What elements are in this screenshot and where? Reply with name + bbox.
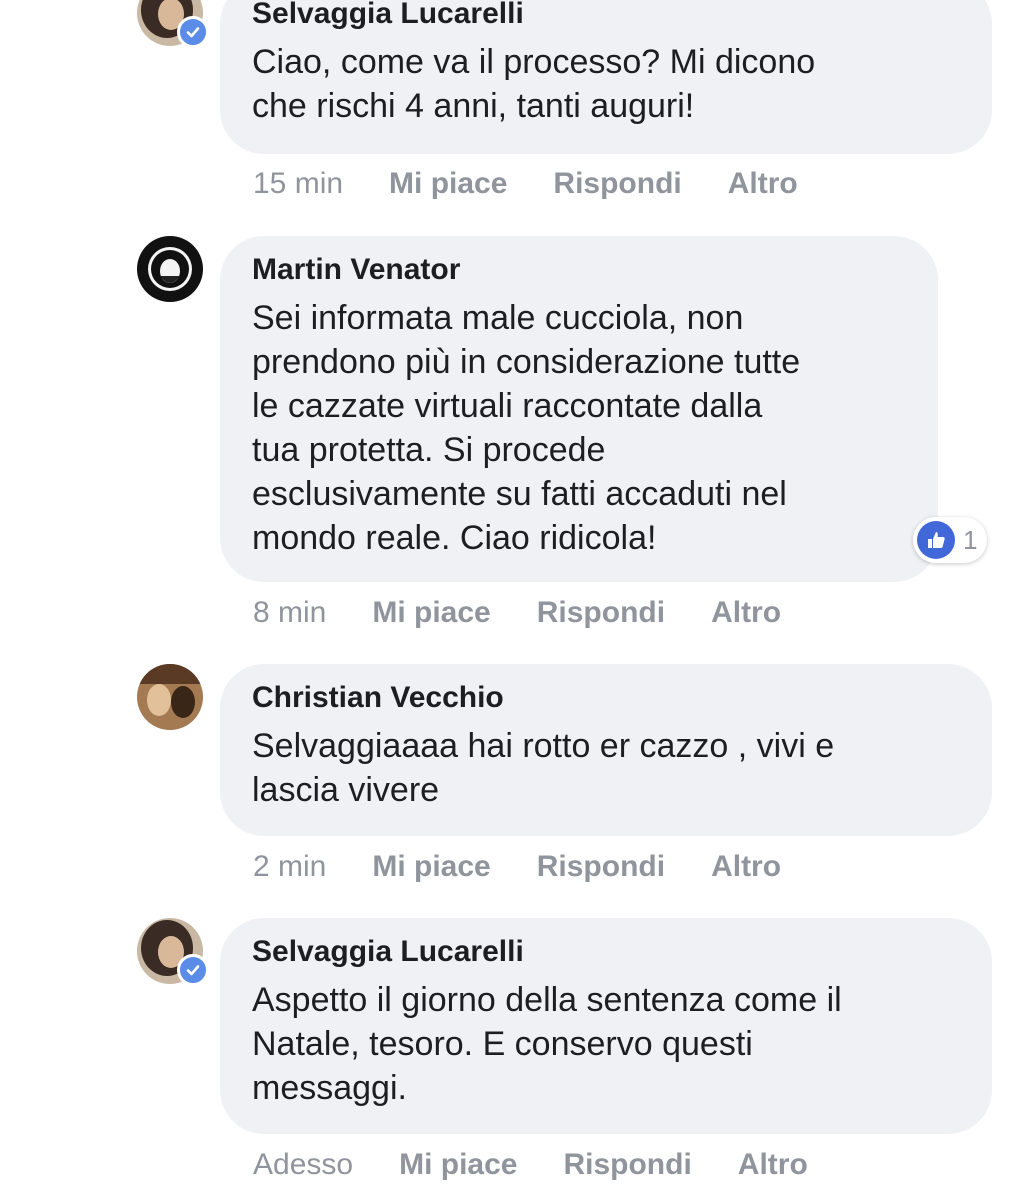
comment-author[interactable]: Martin Venator: [252, 250, 906, 290]
comment-text: Selvaggiaaaa hai rotto er cazzo , vivi e…: [252, 727, 835, 809]
comment-bubble: Selvaggia Lucarelli Aspetto il giorno de…: [220, 918, 992, 1134]
avatar[interactable]: [137, 0, 209, 48]
comment-text: Ciao, come va il processo? Mi dicono che…: [252, 43, 816, 125]
profile-photo: [137, 664, 203, 730]
like-button[interactable]: Mi piace: [399, 1145, 517, 1185]
more-button[interactable]: Altro: [711, 847, 781, 887]
comment-bubble: Martin Venator Sei informata male cuccio…: [220, 236, 938, 582]
more-button[interactable]: Altro: [728, 164, 798, 204]
reaction-count: 1: [963, 524, 978, 555]
comment-actions: 2 min Mi piace Rispondi Altro: [253, 847, 827, 887]
reply-button[interactable]: Rispondi: [537, 847, 665, 887]
comment-actions: 15 min Mi piace Rispondi Altro: [253, 164, 844, 204]
verified-badge-icon: [177, 16, 209, 48]
comment-actions: Adesso Mi piace Rispondi Altro: [253, 1145, 854, 1185]
avatar[interactable]: [137, 664, 203, 730]
comment-text: Aspetto il giorno della sentenza come il…: [252, 981, 842, 1107]
comment-actions: 8 min Mi piace Rispondi Altro: [253, 593, 827, 633]
reply-button[interactable]: Rispondi: [563, 1145, 691, 1185]
comment-author[interactable]: Selvaggia Lucarelli: [252, 0, 960, 34]
verified-badge-icon: [177, 954, 209, 986]
reply-button[interactable]: Rispondi: [537, 593, 665, 633]
reply-button[interactable]: Rispondi: [553, 164, 681, 204]
like-button[interactable]: Mi piace: [372, 593, 490, 633]
comment-timestamp[interactable]: 2 min: [253, 847, 326, 887]
like-button[interactable]: Mi piace: [389, 164, 507, 204]
comment-bubble: Selvaggia Lucarelli Ciao, come va il pro…: [220, 0, 992, 154]
avatar[interactable]: [137, 918, 209, 986]
more-button[interactable]: Altro: [711, 593, 781, 633]
comment-text: Sei informata male cucciola, non prendon…: [252, 299, 801, 557]
profile-photo: [137, 236, 203, 302]
comment-timestamp[interactable]: Adesso: [253, 1145, 353, 1185]
more-button[interactable]: Altro: [738, 1145, 808, 1185]
comment-author[interactable]: Selvaggia Lucarelli: [252, 932, 960, 972]
comment-timestamp[interactable]: 8 min: [253, 593, 326, 633]
avatar[interactable]: [137, 236, 203, 302]
comment-timestamp[interactable]: 15 min: [253, 164, 343, 204]
comment-author[interactable]: Christian Vecchio: [252, 678, 960, 718]
comment-bubble: Christian Vecchio Selvaggiaaaa hai rotto…: [220, 664, 992, 836]
reaction-summary[interactable]: 1: [913, 517, 987, 563]
like-button[interactable]: Mi piace: [372, 847, 490, 887]
like-icon: [917, 521, 955, 559]
